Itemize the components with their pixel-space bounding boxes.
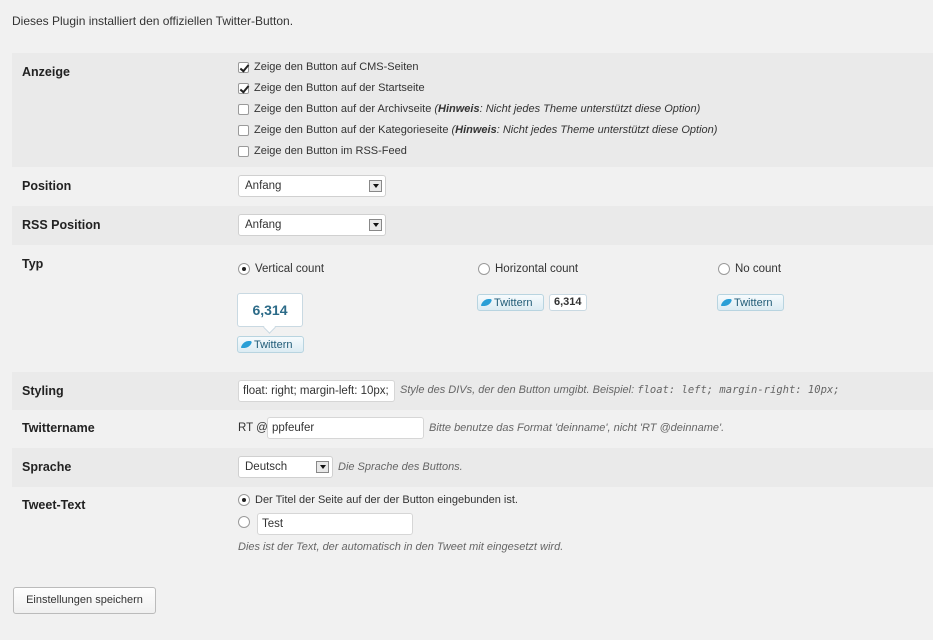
position-select[interactable]: Anfang (238, 175, 386, 197)
rss-feed-checkbox[interactable] (238, 145, 249, 157)
row-rss-position: RSS Position Anfang (12, 206, 933, 245)
tweet-button-label: Twittern (494, 296, 533, 309)
styling-example: float: left; margin-right: 10px; (637, 384, 840, 396)
twitter-bird-icon (240, 341, 253, 348)
vertical-count-radio[interactable] (238, 263, 250, 275)
chevron-down-icon[interactable] (369, 180, 382, 192)
row-tweet-text: Tweet-Text Der Titel der Seite auf der d… (12, 487, 933, 567)
startseite-label: Zeige den Button auf der Startseite (254, 82, 425, 94)
rss-position-select-value: Anfang (245, 219, 282, 231)
tweet-text-title-option[interactable]: Der Titel der Seite auf der der Button e… (238, 494, 518, 506)
option-kategorieseite[interactable]: Zeige den Button auf der Kategorieseite … (238, 122, 717, 138)
tweet-text-title-label: Der Titel der Seite auf der der Button e… (255, 494, 518, 506)
tweet-text-title-radio[interactable] (238, 494, 250, 506)
vertical-count-label: Vertical count (255, 263, 325, 275)
tweet-text-label: Tweet-Text (22, 498, 86, 512)
vertical-count-preview: 6,314 (237, 293, 303, 327)
typ-no-count[interactable]: No count (718, 263, 781, 275)
horizontal-tweet-button-preview: Twittern (477, 294, 544, 311)
archivseite-checkbox[interactable] (238, 103, 249, 115)
tweet-button-label: Twittern (734, 296, 773, 309)
archivseite-label: Zeige den Button auf der Archivseite (254, 103, 432, 115)
kategorieseite-label: Zeige den Button auf der Kategorieseite (254, 124, 449, 136)
position-label: Position (22, 179, 72, 193)
archivseite-hint: (Hinweis: Nicht jedes Theme unterstützt … (434, 103, 701, 115)
twitter-bird-icon (720, 299, 733, 306)
twittername-prefix: RT @ (238, 422, 268, 434)
styling-hint-text: Style des DIVs, der den Button umgibt. B… (400, 384, 635, 396)
startseite-checkbox[interactable] (238, 82, 249, 94)
row-typ: Typ Vertical count 6,314 Twittern Horizo… (12, 245, 933, 372)
chevron-down-icon[interactable] (316, 461, 329, 473)
rss-position-select[interactable]: Anfang (238, 214, 386, 236)
horizontal-count-radio[interactable] (478, 263, 490, 275)
option-rss-feed[interactable]: Zeige den Button im RSS-Feed (238, 143, 407, 159)
no-count-label: No count (735, 263, 782, 275)
styling-input[interactable]: float: right; margin-left: 10px; (238, 380, 395, 402)
rss-feed-label: Zeige den Button im RSS-Feed (254, 145, 407, 157)
row-sprache: Sprache Deutsch Die Sprache des Buttons. (12, 448, 933, 487)
styling-hint: Style des DIVs, der den Button umgibt. B… (400, 384, 840, 396)
cms-pages-label: Zeige den Button auf CMS-Seiten (254, 61, 419, 73)
cms-pages-checkbox[interactable] (238, 61, 249, 73)
kategorieseite-hint: (Hinweis: Nicht jedes Theme unterstützt … (451, 124, 718, 136)
tweet-text-hint: Dies ist der Text, der automatisch in de… (238, 541, 564, 553)
tweet-text-custom-option[interactable] (238, 516, 255, 528)
archivseite-hint-text: : Nicht jedes Theme unterstützt diese Op… (479, 103, 701, 115)
styling-label: Styling (22, 384, 64, 398)
twitter-bird-icon (480, 299, 493, 306)
sprache-select[interactable]: Deutsch (238, 456, 333, 478)
sprache-select-value: Deutsch (245, 461, 288, 473)
twittername-label: Twittername (22, 421, 95, 435)
row-styling: Styling float: right; margin-left: 10px;… (12, 372, 933, 410)
tweet-button-label: Twittern (254, 338, 293, 351)
option-cms-pages[interactable]: Zeige den Button auf CMS-Seiten (238, 59, 418, 75)
kategorieseite-hint-bold: Hinweis (455, 124, 497, 136)
kategorieseite-checkbox[interactable] (238, 124, 249, 136)
horizontal-count-label: Horizontal count (495, 263, 579, 275)
kategorieseite-hint-text: : Nicht jedes Theme unterstützt diese Op… (496, 124, 718, 136)
rss-position-label: RSS Position (22, 218, 101, 232)
chevron-down-icon[interactable] (369, 219, 382, 231)
typ-vertical-count[interactable]: Vertical count (238, 263, 324, 275)
sprache-hint: Die Sprache des Buttons. (338, 461, 463, 473)
tweet-text-custom-radio[interactable] (238, 516, 250, 528)
typ-horizontal-count[interactable]: Horizontal count (478, 263, 578, 275)
archivseite-hint-bold: Hinweis (438, 103, 480, 115)
horizontal-count-preview: 6,314 (549, 294, 587, 311)
no-count-radio[interactable] (718, 263, 730, 275)
tweet-text-custom-input[interactable]: Test (257, 513, 413, 535)
option-archivseite[interactable]: Zeige den Button auf der Archivseite (Hi… (238, 101, 700, 117)
typ-label: Typ (22, 257, 44, 271)
no-count-tweet-button-preview: Twittern (717, 294, 784, 311)
vertical-tweet-button-preview: Twittern (237, 336, 304, 353)
row-anzeige: Anzeige Zeige den Button auf CMS-Seiten … (12, 53, 933, 167)
plugin-description: Dieses Plugin installiert den offizielle… (12, 14, 294, 28)
anzeige-label: Anzeige (22, 65, 70, 79)
row-twittername: Twittername RT @ ppfeufer Bitte benutze … (12, 410, 933, 448)
twittername-input[interactable]: ppfeufer (267, 417, 424, 439)
twittername-hint: Bitte benutze das Format 'deinname', nic… (429, 422, 725, 434)
row-position: Position Anfang (12, 167, 933, 206)
option-startseite[interactable]: Zeige den Button auf der Startseite (238, 80, 425, 96)
position-select-value: Anfang (245, 180, 282, 192)
save-settings-button[interactable]: Einstellungen speichern (13, 587, 156, 614)
sprache-label: Sprache (22, 460, 72, 474)
